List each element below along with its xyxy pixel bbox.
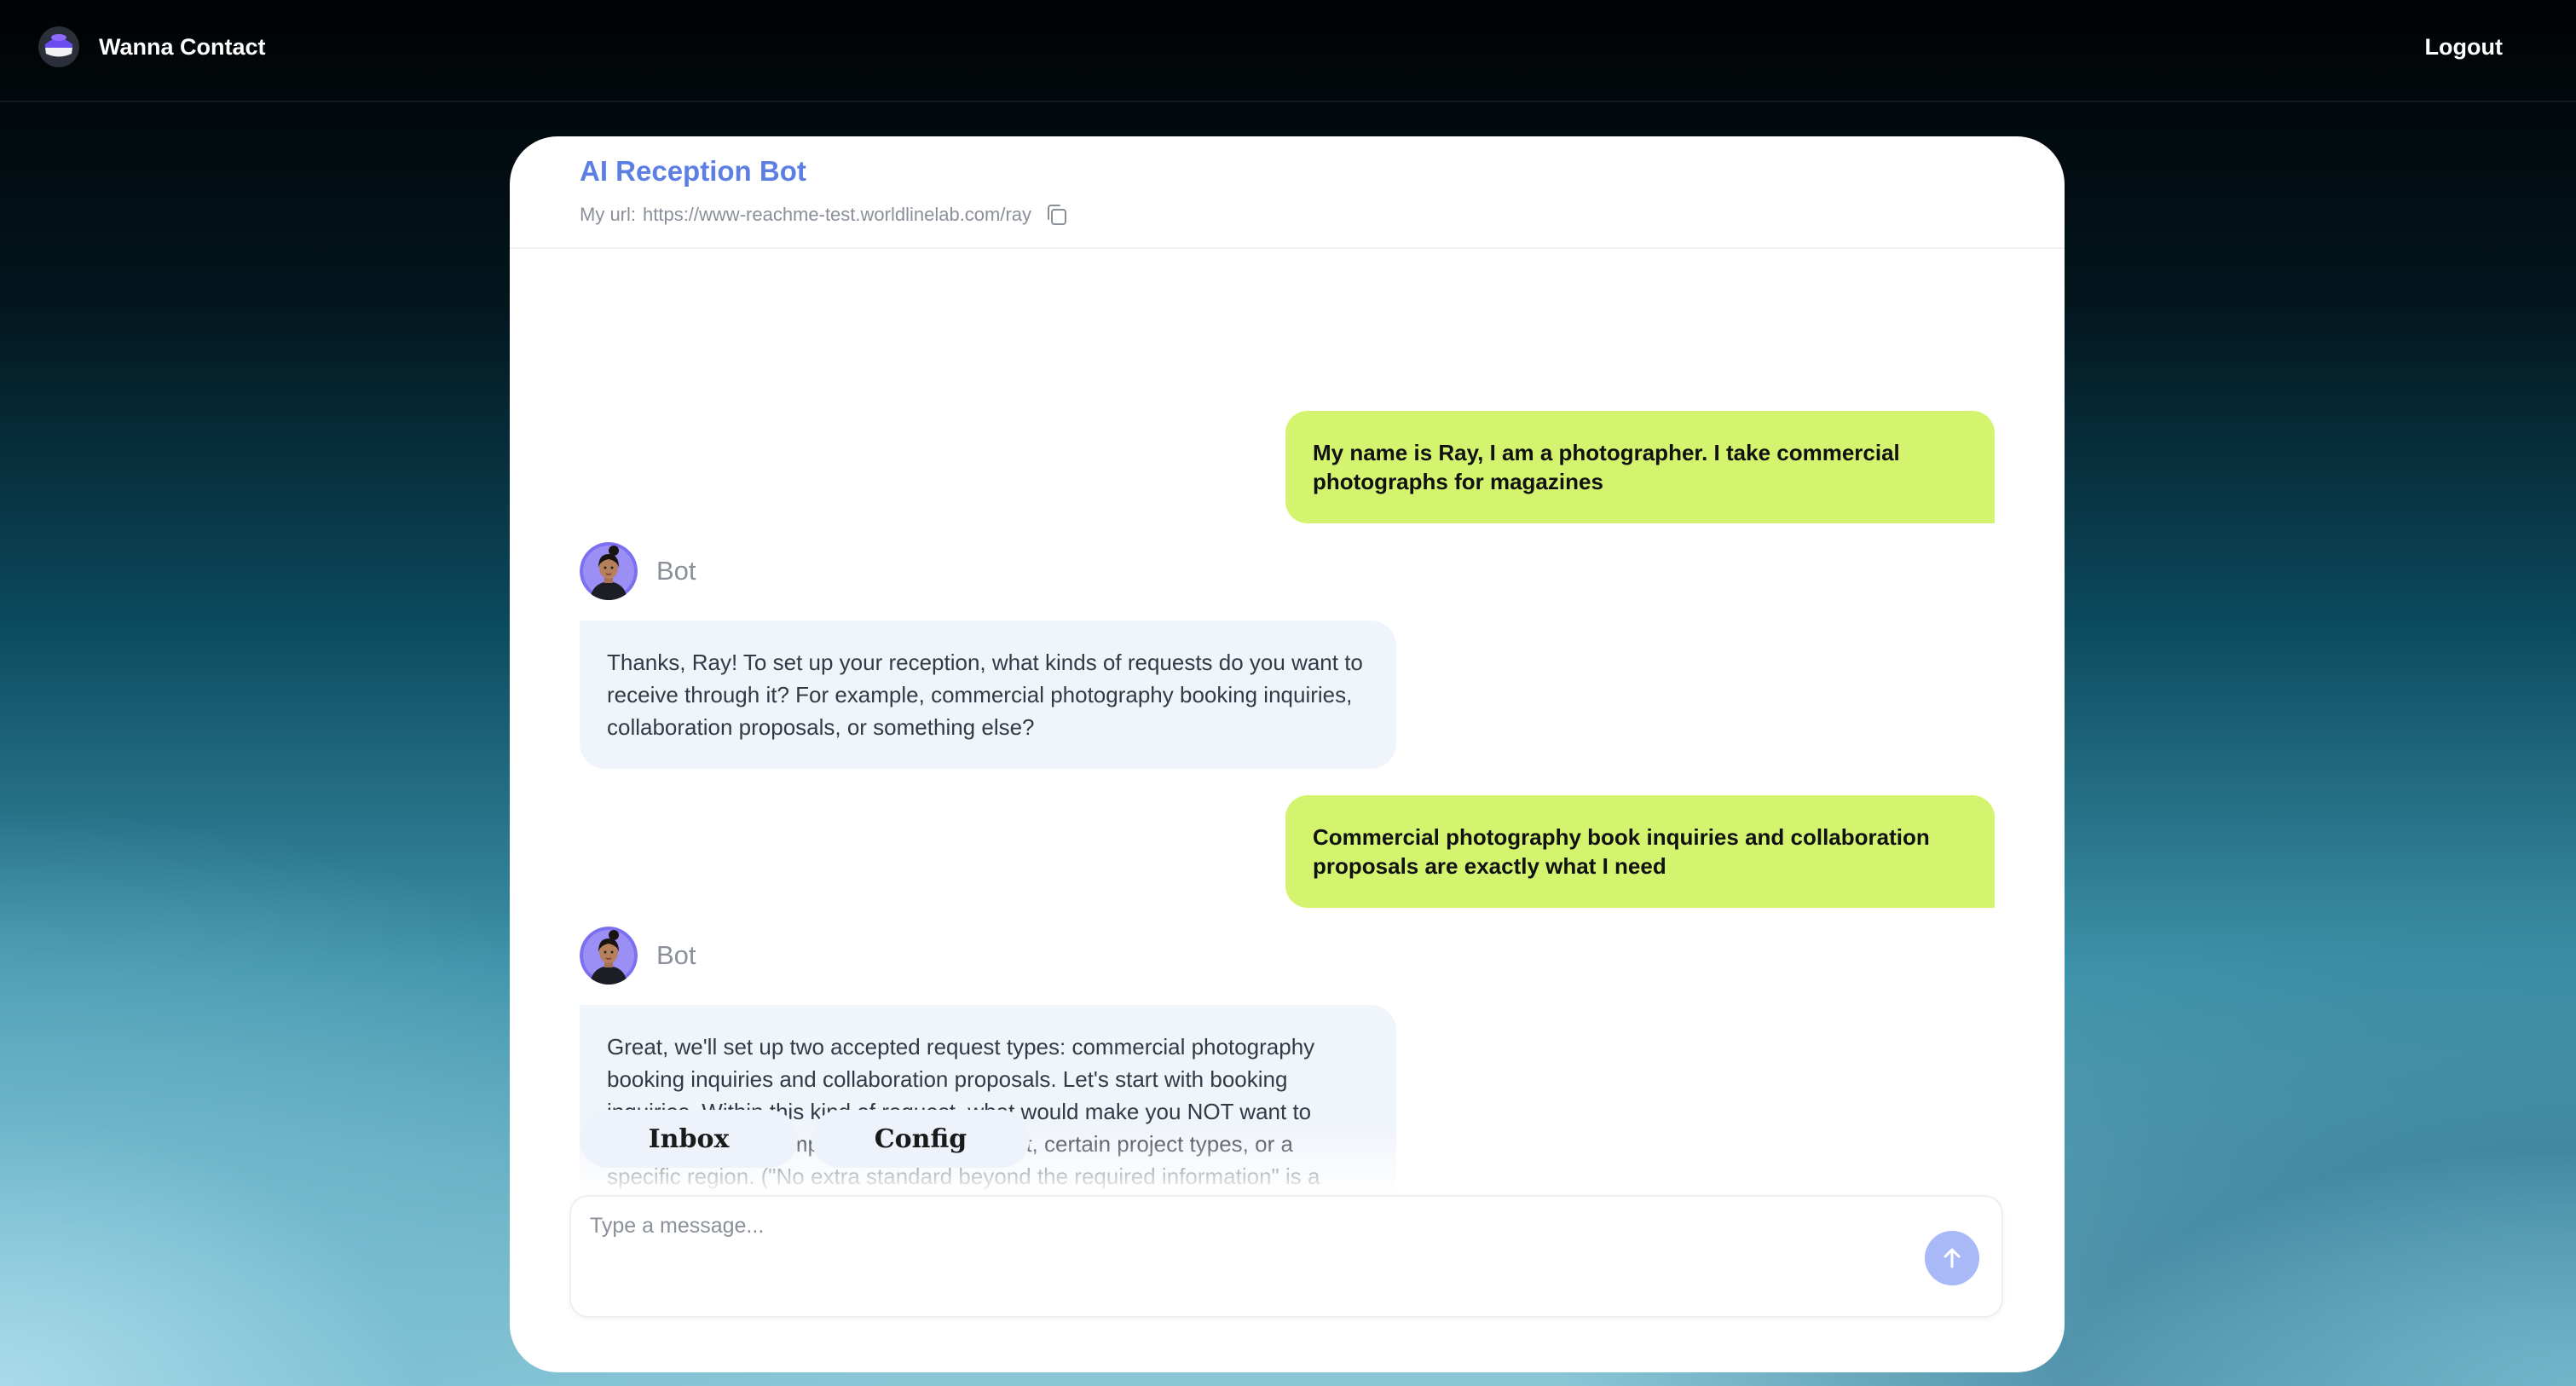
chat-card: AI Reception Bot My url: https://www-rea… (510, 136, 2065, 1372)
url-row: My url: https://www-reachme-test.worldli… (580, 201, 1071, 228)
bot-message-header: Bot (580, 927, 696, 985)
bot-message-header: Bot (580, 542, 696, 600)
bot-avatar (580, 542, 638, 600)
bot-name: Bot (656, 556, 696, 586)
user-message: Commercial photography book inquiries an… (1285, 795, 1995, 908)
message-input[interactable] (588, 1212, 1904, 1301)
brand-logo-icon (38, 26, 79, 67)
url-label: My url: (580, 204, 636, 225)
inbox-button[interactable]: Inbox (580, 1110, 798, 1168)
chat-header: AI Reception Bot My url: https://www-rea… (510, 136, 2065, 249)
user-message-text: Commercial photography book inquiries an… (1313, 824, 1930, 879)
user-message: My name is Ray, I am a photographer. I t… (1285, 411, 1995, 523)
bot-message-text: Thanks, Ray! To set up your reception, w… (607, 650, 1363, 740)
brand-name: Wanna Contact (99, 33, 266, 60)
bot-avatar (580, 927, 638, 985)
bot-avatar-icon (580, 542, 638, 600)
config-button[interactable]: Config (811, 1110, 1030, 1168)
user-message-text: My name is Ray, I am a photographer. I t… (1313, 440, 1900, 494)
bot-name: Bot (656, 940, 696, 970)
send-button[interactable] (1925, 1231, 1979, 1285)
bot-avatar-icon (580, 927, 638, 985)
message-list[interactable]: My name is Ray, I am a photographer. I t… (510, 249, 2065, 1193)
url-value[interactable]: https://www-reachme-test.worldlinelab.co… (643, 204, 1031, 226)
logout-button[interactable]: Logout (2425, 34, 2503, 61)
page-title: AI Reception Bot (580, 155, 806, 187)
quick-actions: Inbox Config (580, 1110, 1030, 1168)
top-bar: Wanna Contact Logout (0, 0, 2576, 102)
copy-icon[interactable] (1043, 201, 1071, 228)
arrow-up-icon (1944, 1248, 1961, 1268)
bot-message: Thanks, Ray! To set up your reception, w… (580, 621, 1396, 769)
message-composer (569, 1195, 2003, 1318)
brand[interactable]: Wanna Contact (38, 26, 266, 68)
